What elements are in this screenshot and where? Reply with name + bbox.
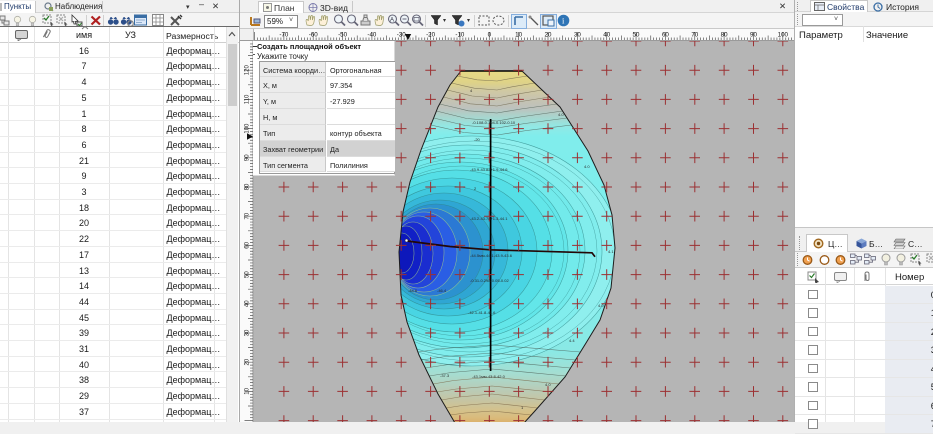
svg-text:20: 20 (245, 358, 251, 365)
svg-text:-43.2-43.78+1.3-44.1: -43.2-43.78+1.3-44.1 (470, 216, 508, 221)
svg-text:80: 80 (245, 183, 251, 190)
svg-text:90: 90 (750, 32, 757, 39)
svg-text:-70: -70 (279, 32, 289, 39)
svg-text:-43.1мм-43.8-42.0: -43.1мм-43.8-42.0 (472, 374, 506, 379)
svg-text:120: 120 (245, 65, 251, 76)
svg-text:-44.5мм-44.1-43.9-43.6: -44.5мм-44.1-43.9-43.6 (470, 253, 513, 258)
svg-text:30: 30 (245, 329, 251, 336)
svg-text:-43.9-43.82+1.9-44.6: -43.9-43.82+1.9-44.6 (470, 167, 508, 172)
svg-text:40: 40 (603, 32, 610, 39)
svg-text:-0.31-0.298-0.05-0.02: -0.31-0.298-0.05-0.02 (470, 278, 509, 283)
svg-text:-37.3: -37.3 (440, 373, 450, 378)
svg-text:10: 10 (515, 32, 522, 39)
svg-text:-0.108-0.104-0.102-0.10: -0.108-0.104-0.102-0.10 (472, 120, 516, 125)
svg-text:-44.6: -44.6 (408, 288, 418, 293)
svg-text:4.1: 4.1 (608, 249, 614, 254)
svg-text:100: 100 (778, 32, 789, 39)
svg-text:4.0: 4.0 (545, 382, 551, 387)
svg-text:90: 90 (245, 154, 251, 161)
svg-text:-20: -20 (426, 32, 436, 39)
svg-text:80: 80 (721, 32, 728, 39)
svg-text:10: 10 (245, 387, 251, 394)
svg-text:A: A (390, 18, 394, 24)
svg-text:-46.4: -46.4 (437, 288, 447, 293)
svg-text:-42.1-41.8-41.6: -42.1-41.8-41.6 (468, 310, 496, 315)
svg-text:4.0: 4.0 (598, 303, 604, 308)
svg-text:110: 110 (245, 94, 251, 104)
svg-text:70: 70 (691, 32, 698, 39)
svg-text:30: 30 (574, 32, 581, 39)
svg-text:-60: -60 (309, 32, 319, 39)
svg-text:-20: -20 (474, 137, 481, 142)
svg-text:40: 40 (245, 300, 251, 307)
svg-text:50: 50 (633, 32, 640, 39)
svg-text:4.0: 4.0 (558, 112, 564, 117)
svg-text:-40: -40 (367, 32, 377, 39)
svg-text:-30: -30 (397, 32, 407, 39)
svg-text:4.4: 4.4 (569, 338, 575, 343)
svg-text:60: 60 (662, 32, 669, 39)
svg-text:20: 20 (545, 32, 552, 39)
svg-text:4.0: 4.0 (584, 164, 590, 169)
svg-text:0: 0 (488, 32, 492, 39)
svg-text:-50: -50 (338, 32, 348, 39)
svg-text:50: 50 (245, 271, 251, 278)
svg-text:70: 70 (245, 212, 251, 219)
svg-text:-10: -10 (455, 32, 465, 39)
svg-text:100: 100 (245, 123, 251, 134)
svg-text:60: 60 (245, 241, 251, 248)
